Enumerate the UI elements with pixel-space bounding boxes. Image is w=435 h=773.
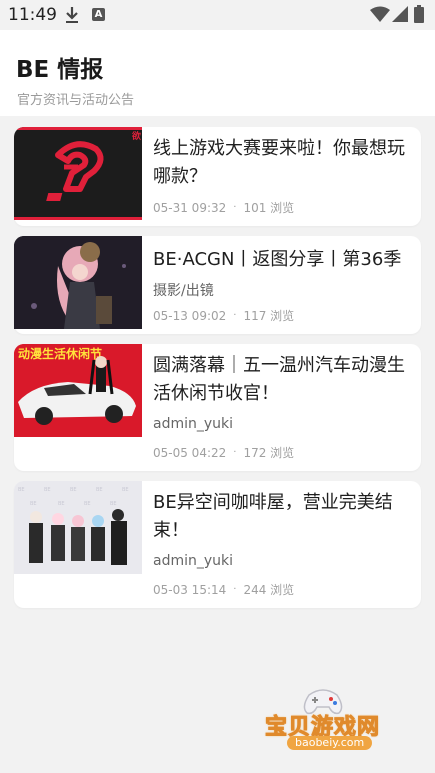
svg-text:BE: BE	[70, 487, 77, 493]
poster-banner: 动漫生活休闲节	[18, 346, 102, 361]
svg-text:BE: BE	[30, 501, 37, 507]
meta-separator: ·	[233, 447, 237, 458]
news-card[interactable]: BE BE BE BE BE BE BE BE BE BE异空间咖啡屋，营业完美结束！ adm…	[14, 481, 421, 608]
article-views: 117 浏览	[243, 309, 295, 323]
article-thumbnail: BE BE BE BE BE BE BE BE BE	[14, 481, 142, 574]
status-time: 11:49	[8, 5, 57, 25]
signal-icon	[392, 6, 408, 22]
article-thumbnail: 动漫生活休闲节	[14, 344, 142, 437]
page-subtitle: 官方资讯与活动公告	[17, 93, 135, 108]
article-thumbnail	[14, 236, 142, 329]
game-contest-logo: 欲	[14, 127, 142, 201]
status-bar: 11:49 A	[0, 0, 435, 30]
svg-text:欲: 欲	[131, 130, 141, 142]
article-views: 172 浏览	[243, 446, 295, 460]
meta-separator: ·	[233, 310, 237, 321]
article-meta: 05-31 09:32 · 101 浏览	[153, 199, 294, 216]
wifi-icon	[370, 6, 390, 22]
svg-text:BE: BE	[18, 487, 25, 493]
page-title: BE 情报	[16, 57, 104, 83]
article-title[interactable]: 圆满落幕｜五一温州汽车动漫生活休闲节收官！	[153, 352, 415, 408]
svg-text:BE: BE	[44, 487, 51, 493]
article-date: 05-03 15:14	[153, 582, 227, 597]
svg-text:BE: BE	[96, 487, 103, 493]
page-header: BE 情报 官方资讯与活动公告	[0, 30, 435, 116]
news-card[interactable]: 欲 线上游戏大赛要来啦！你最想玩哪款？ 05-31 09:32 · 101 浏览	[14, 127, 421, 226]
svg-text:BE: BE	[84, 501, 91, 507]
article-views: 244 浏览	[243, 583, 295, 597]
article-title[interactable]: BE异空间咖啡屋，营业完美结束！	[153, 489, 415, 545]
article-meta: 05-03 15:14 · 244 浏览	[153, 581, 294, 598]
svg-text:BE: BE	[122, 487, 129, 493]
meta-separator: ·	[233, 584, 237, 595]
article-date: 05-31 09:32	[153, 200, 227, 215]
watermark-url: baobeiy.com	[287, 736, 373, 750]
article-author: 摄影/出镜	[153, 283, 214, 299]
article-date: 05-05 04:22	[153, 445, 227, 460]
site-watermark: 宝贝游戏网 baobeiy.com	[257, 685, 427, 755]
article-title[interactable]: 线上游戏大赛要来啦！你最想玩哪款？	[153, 135, 415, 191]
article-title[interactable]: BE·ACGN丨返图分享丨第36季	[153, 246, 415, 274]
download-icon	[66, 7, 78, 23]
news-list: 欲 线上游戏大赛要来啦！你最想玩哪款？ 05-31 09:32 · 101 浏览	[14, 127, 421, 618]
article-date: 05-13 09:02	[153, 308, 227, 323]
article-meta: 05-05 04:22 · 172 浏览	[153, 444, 294, 461]
svg-text:BE: BE	[110, 501, 117, 507]
news-card[interactable]: 动漫生活休闲节 圆满落幕｜五一温州汽车动漫生活休闲节收官！ admin_yuki…	[14, 344, 421, 471]
car-festival-poster: 动漫生活休闲节	[14, 344, 142, 437]
cosplay-photo	[14, 236, 142, 329]
text-input-icon: A	[92, 8, 105, 21]
svg-text:BE: BE	[58, 501, 65, 507]
article-meta: 05-13 09:02 · 117 浏览	[153, 307, 294, 324]
article-author: admin_yuki	[153, 553, 234, 569]
article-thumbnail: 欲	[14, 127, 142, 220]
cafe-group-photo: BE BE BE BE BE BE BE BE BE	[14, 481, 142, 574]
meta-separator: ·	[233, 202, 237, 213]
battery-icon	[414, 5, 424, 23]
article-views: 101 浏览	[243, 201, 295, 215]
news-card[interactable]: BE·ACGN丨返图分享丨第36季 摄影/出镜 05-13 09:02 · 11…	[14, 236, 421, 334]
article-author: admin_yuki	[153, 416, 234, 432]
